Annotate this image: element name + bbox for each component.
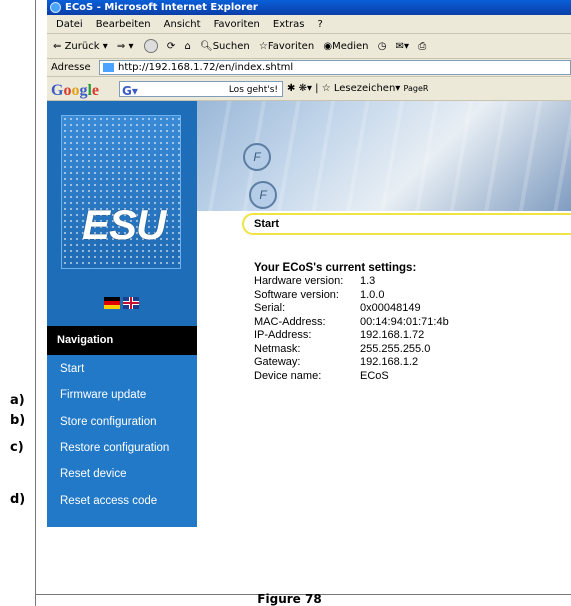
google-toolbar-icon[interactable]: ✱ <box>287 83 295 94</box>
forward-arrow-icon: ⇒ <box>116 41 126 52</box>
sidebar-item-restore-configuration[interactable]: Restore configuration <box>47 436 197 460</box>
sidebar-item-reset-device[interactable]: Reset device <box>47 462 197 486</box>
pagerank-label: PageR <box>403 84 429 93</box>
google-puzzle-icon[interactable]: ❋▾ <box>299 83 312 94</box>
browser-window: ECoS - Microsoft Internet Explorer Datei… <box>47 0 571 527</box>
table-row: Serial: 0x00048149 <box>254 302 421 314</box>
media-icon: ◉ <box>323 41 333 52</box>
menu-datei[interactable]: Datei <box>56 19 83 30</box>
sidebar-item-firmware-update[interactable]: Firmware update <box>47 383 197 407</box>
menu-help[interactable]: ? <box>318 19 323 30</box>
tool-bar: ⇐ Zurück ▾ ⇒ ▾ ⟳ ⌂ 🔍︎Suchen ☆Favoriten ◉… <box>47 34 571 59</box>
stop-icon[interactable] <box>143 39 158 53</box>
table-row: IP-Address: 192.168.1.72 <box>254 329 425 341</box>
mail-icon[interactable]: ✉▾ <box>396 34 409 59</box>
sidebar-item-store-configuration[interactable]: Store configuration <box>47 410 197 434</box>
google-go-button[interactable]: Los geht's! <box>229 78 278 102</box>
menu-bar: Datei Bearbeiten Ansicht Favoriten Extras? <box>47 15 571 34</box>
section-title: Start <box>242 213 571 235</box>
german-flag-icon[interactable] <box>104 297 120 309</box>
forward-button[interactable]: ⇒ ▾ <box>117 34 134 59</box>
table-row: Netmask: 255.255.255.0 <box>254 342 431 355</box>
esu-logo: ESU <box>61 115 181 269</box>
web-page: ESU Navigation Start Firmware update Sto… <box>47 101 571 527</box>
page-icon <box>103 63 114 72</box>
address-label: Adresse <box>51 62 91 73</box>
table-row: Software version: 1.0.0 <box>254 288 385 301</box>
annotation-d: d) <box>10 492 26 507</box>
annotation-a: a) <box>10 393 25 408</box>
ie-icon <box>50 2 61 13</box>
back-button[interactable]: ⇐ Zurück ▾ <box>53 34 108 59</box>
settings-panel: Your ECoS's current settings: Hardware v… <box>254 262 449 383</box>
history-icon[interactable]: ◷ <box>378 34 387 59</box>
google-logo: Google <box>51 82 100 99</box>
window-title: ECoS - Microsoft Internet Explorer <box>65 2 258 13</box>
table-row: Gateway: 192.168.1.2 <box>254 356 419 368</box>
google-g-icon: G▾ <box>122 84 138 98</box>
google-toolbar: Google G▾ Los geht's! ✱ ❋▾ | ☆ Lesezeich… <box>47 77 571 101</box>
favorites-button[interactable]: ☆Favoriten <box>259 34 314 59</box>
star-icon: ☆ <box>258 41 268 52</box>
logo-area: ESU <box>47 101 197 326</box>
google-search-input[interactable]: G▾ Los geht's! <box>119 81 283 98</box>
esu-logo-text: ESU <box>82 201 166 248</box>
settings-table: Hardware version: 1.3 Software version: 1.… <box>254 275 449 383</box>
sidebar: ESU Navigation Start Firmware update Sto… <box>47 101 197 527</box>
menu-favoriten[interactable]: Favoriten <box>214 19 260 30</box>
search-icon: 🔍︎ <box>200 41 213 52</box>
refresh-icon[interactable]: ⟳ <box>167 34 175 59</box>
coin-icon: F <box>249 181 277 209</box>
sidebar-item-start[interactable]: Start <box>47 357 197 381</box>
menu-extras[interactable]: Extras <box>273 19 305 30</box>
settings-title: Your ECoS's current settings: <box>254 262 417 274</box>
uk-flag-icon[interactable] <box>123 297 139 309</box>
search-button[interactable]: 🔍︎Suchen <box>200 34 250 59</box>
title-bar: ECoS - Microsoft Internet Explorer <box>47 0 571 15</box>
annotation-c: c) <box>10 440 24 455</box>
url-input[interactable]: http://192.168.1.72/en/index.shtml <box>99 60 571 75</box>
home-icon[interactable]: ⌂ <box>184 34 190 59</box>
annotation-b: b) <box>10 413 26 428</box>
header-banner: F F <box>197 101 571 211</box>
bookmarks-button[interactable]: ☆ Lesezeichen▾ <box>322 83 401 94</box>
table-row: MAC-Address: 00:14:94:01:71:4b <box>254 315 449 328</box>
coin-icon: F <box>243 143 271 171</box>
print-icon[interactable]: ⎙ <box>418 34 426 59</box>
media-button[interactable]: ◉Medien <box>323 34 368 59</box>
navigation-heading: Navigation <box>47 326 197 355</box>
sidebar-item-reset-access-code[interactable]: Reset access code <box>47 489 197 513</box>
table-row: Device name: ECoS <box>254 369 389 382</box>
figure-caption: Figure 78 <box>257 592 322 606</box>
back-arrow-icon: ⇐ <box>53 41 62 52</box>
address-bar: Adresse http://192.168.1.72/en/index.sht… <box>47 59 571 77</box>
menu-bearbeiten[interactable]: Bearbeiten <box>96 19 151 30</box>
menu-ansicht[interactable]: Ansicht <box>164 19 201 30</box>
table-row: Hardware version: 1.3 <box>254 275 376 287</box>
